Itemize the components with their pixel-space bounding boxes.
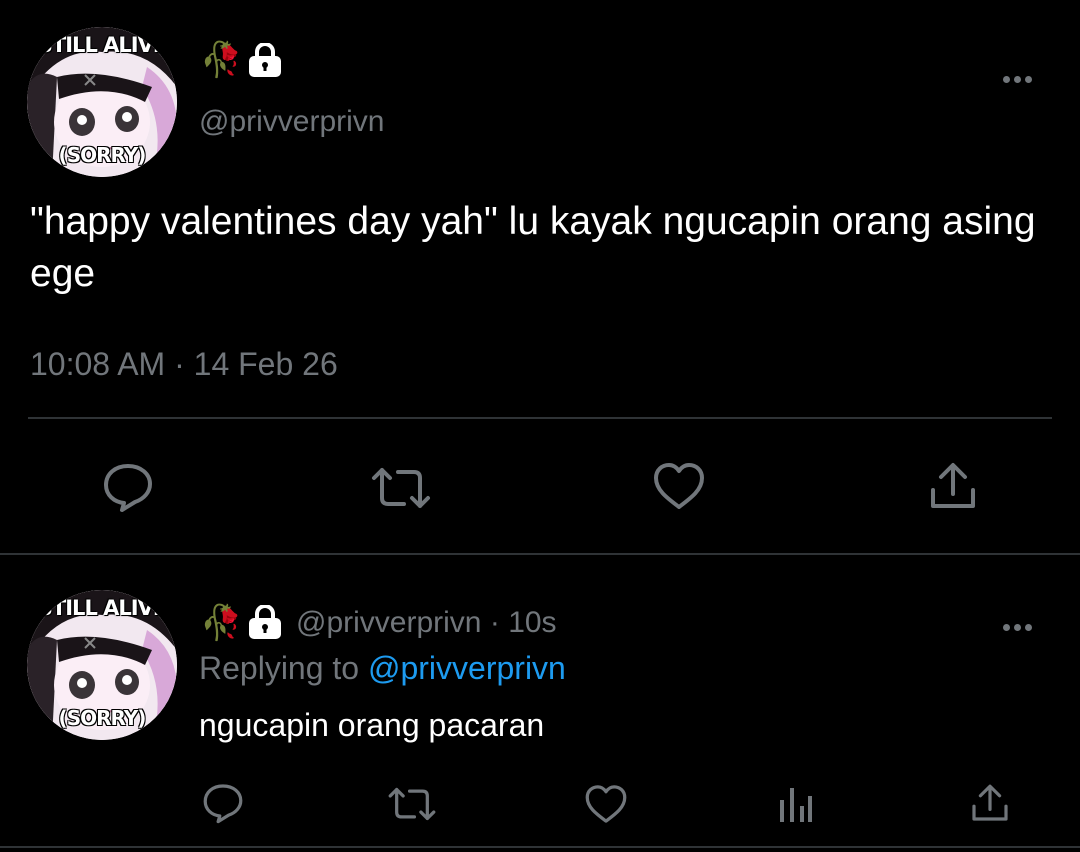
reply-icon[interactable] xyxy=(202,782,244,824)
tweet-time: 10:08 AM xyxy=(30,346,166,382)
bottom-divider xyxy=(0,846,1080,848)
more-options-icon[interactable] xyxy=(1003,618,1036,636)
tweet-date: 14 Feb 26 xyxy=(193,346,338,382)
share-icon[interactable] xyxy=(970,782,1010,824)
replying-to-line: Replying to @privverprivn xyxy=(199,650,566,687)
share-icon[interactable] xyxy=(928,460,978,512)
user-handle[interactable]: @privverprivn xyxy=(199,105,385,139)
avatar[interactable]: STILL ALIVE (SORRY) xyxy=(27,590,177,740)
reply-icon[interactable] xyxy=(102,462,154,512)
avatar-bottom-text: (SORRY) xyxy=(58,143,147,167)
tweet-text: ngucapin orang pacaran xyxy=(199,707,545,743)
lock-icon xyxy=(246,604,284,644)
retweet-icon[interactable] xyxy=(370,466,432,510)
like-icon[interactable] xyxy=(652,462,706,510)
replying-to-label: Replying to xyxy=(199,650,360,686)
replying-to-mention[interactable]: @privverprivn xyxy=(368,650,566,686)
lock-icon xyxy=(246,42,284,82)
tweet-text: "happy valentines day yah" lu kayak nguc… xyxy=(30,200,1036,295)
retweet-icon[interactable] xyxy=(387,786,437,822)
meta-separator: · xyxy=(489,606,500,639)
tweet-timestamp[interactable]: 10:08 AM · 14 Feb 26 xyxy=(30,346,338,383)
avatar-top-text: STILL ALIVE xyxy=(37,596,167,620)
tweet-separator xyxy=(0,553,1080,555)
tweet-age[interactable]: 10s xyxy=(508,606,556,639)
avatar-top-text: STILL ALIVE xyxy=(37,33,167,57)
divider xyxy=(28,417,1052,419)
like-icon[interactable] xyxy=(584,784,628,824)
more-options-icon[interactable] xyxy=(1003,70,1036,88)
display-name-emoji: 🥀 xyxy=(200,41,243,79)
reply-header: @privverprivn · 10s xyxy=(296,606,557,640)
avatar-bottom-text: (SORRY) xyxy=(58,706,147,730)
meta-separator: · xyxy=(174,346,185,382)
analytics-icon[interactable] xyxy=(778,786,814,824)
avatar[interactable]: STILL ALIVE (SORRY) xyxy=(27,27,177,177)
display-name-emoji: 🥀 xyxy=(200,604,243,642)
user-handle[interactable]: @privverprivn xyxy=(296,606,482,639)
